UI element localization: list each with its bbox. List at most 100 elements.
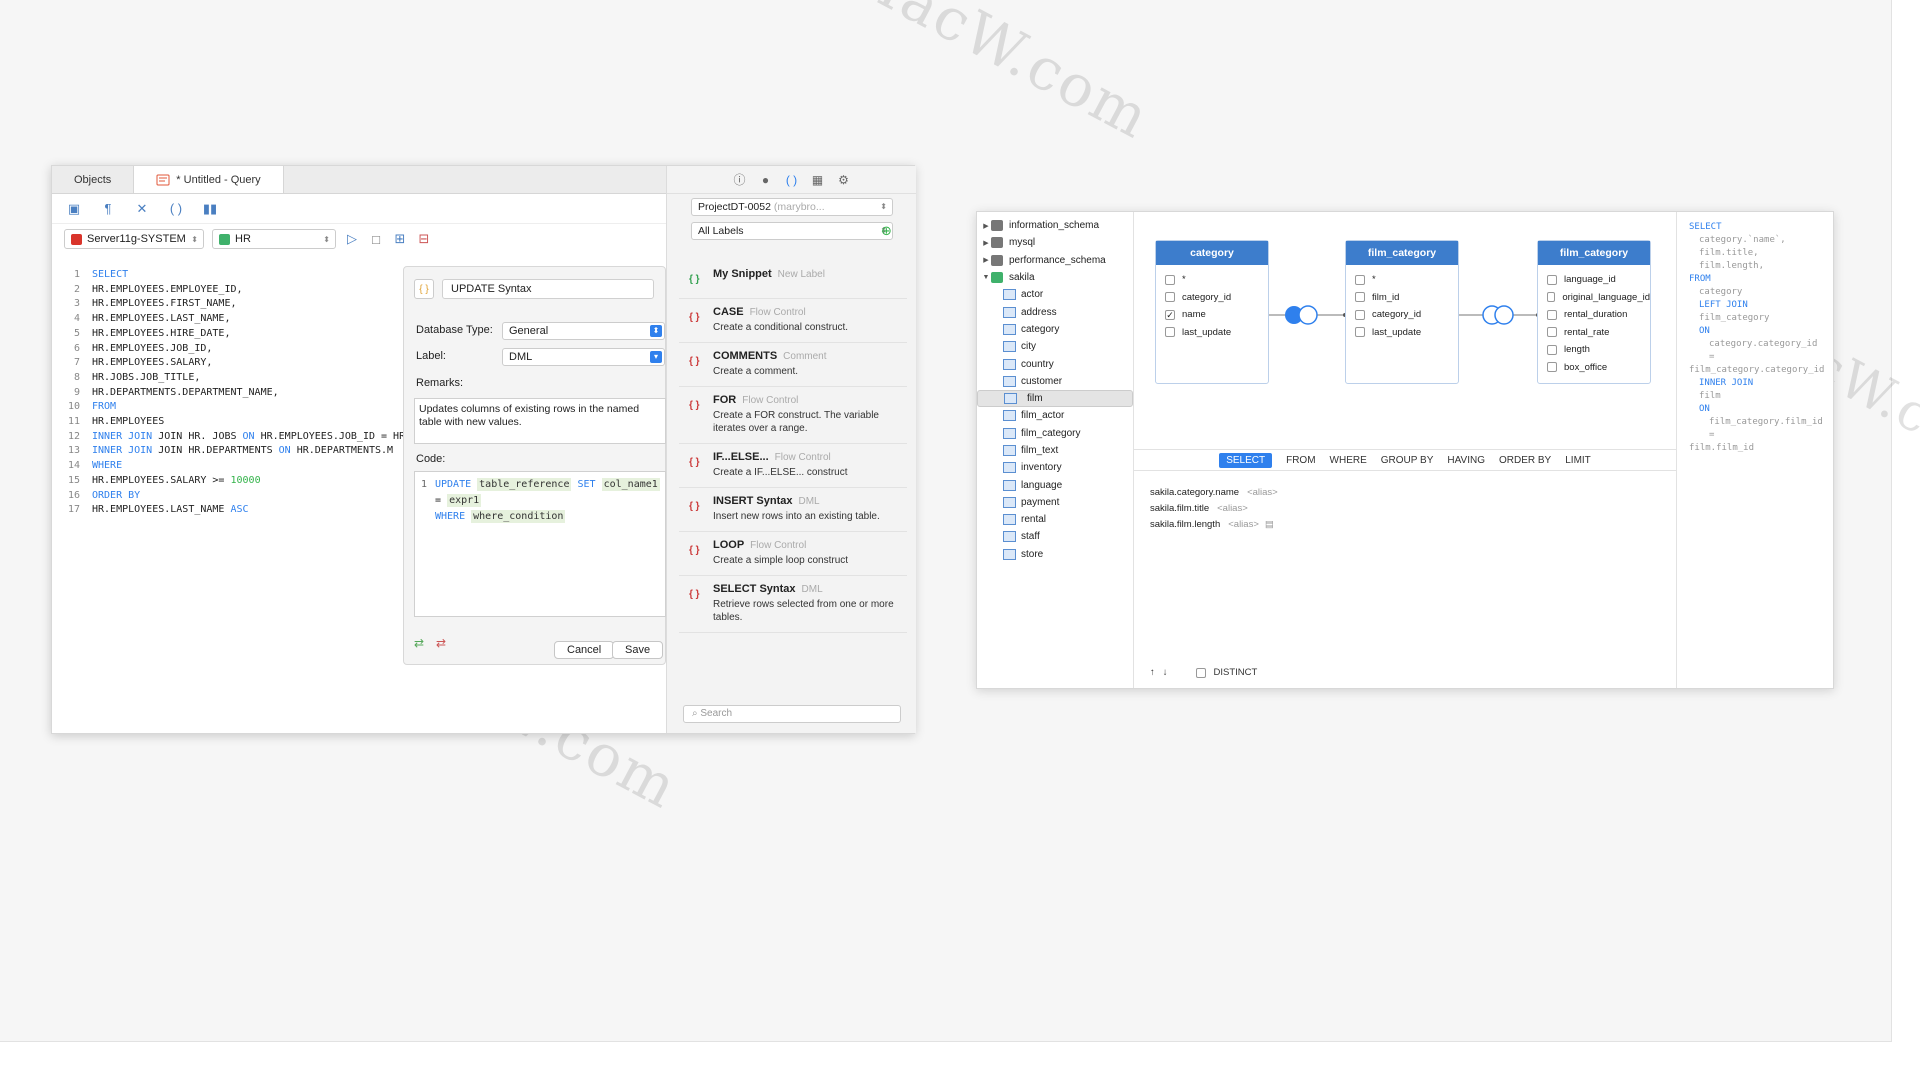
entity-field[interactable]: category_id: [1156, 289, 1268, 307]
field-checkbox[interactable]: [1355, 309, 1365, 320]
beautify-icon[interactable]: ✕: [134, 201, 150, 217]
tree-item[interactable]: country: [977, 355, 1133, 372]
tree-item[interactable]: city: [977, 338, 1133, 355]
entity-field[interactable]: category_id: [1346, 306, 1458, 324]
tab-untitled-query[interactable]: * Untitled - Query: [134, 166, 284, 193]
entity-field[interactable]: *: [1156, 271, 1268, 289]
run-icon[interactable]: ▷: [344, 231, 360, 247]
field-checkbox[interactable]: [1547, 292, 1556, 303]
tab-clause[interactable]: HAVING: [1447, 455, 1485, 466]
tree-item[interactable]: category: [977, 321, 1133, 338]
field-checkbox[interactable]: [1355, 274, 1365, 285]
stop-icon[interactable]: □: [368, 231, 384, 247]
explain-plan-icon[interactable]: ⊞: [392, 231, 408, 247]
aggregate-icon[interactable]: ▤: [1265, 519, 1274, 530]
tab-clause[interactable]: GROUP BY: [1381, 455, 1434, 466]
placeholder-expr[interactable]: expr1: [447, 493, 482, 507]
cancel-button[interactable]: Cancel: [554, 641, 615, 659]
connection-select[interactable]: Server11g-SYSTEM ⬍: [64, 229, 204, 249]
entity-field[interactable]: ✓ name: [1156, 306, 1268, 324]
tree-item[interactable]: store: [977, 546, 1133, 563]
move-up-icon[interactable]: ↑: [1150, 667, 1155, 678]
db-type-select[interactable]: General ⬍: [502, 322, 665, 340]
tree-item[interactable]: rental: [977, 511, 1133, 528]
selected-field[interactable]: sakila.category.name <alias>: [1150, 485, 1278, 501]
tab-clause[interactable]: SELECT: [1219, 452, 1273, 468]
snippet-item[interactable]: { } SELECT Syntax DML Retrieve rows selecte…: [679, 576, 907, 633]
tab-clause[interactable]: FROM: [1286, 455, 1315, 466]
object-icon[interactable]: ●: [759, 173, 773, 187]
tree-item[interactable]: payment: [977, 494, 1133, 511]
snippet-item[interactable]: { } CASE Flow Control Create a conditional …: [679, 299, 907, 343]
format-icon[interactable]: ¶: [100, 201, 116, 217]
field-checkbox[interactable]: ✓: [1165, 309, 1175, 320]
snippet-item[interactable]: { } FOR Flow Control Create a FOR construct…: [679, 387, 907, 444]
entity-field[interactable]: last_update: [1156, 324, 1268, 342]
tree-item[interactable]: film_actor: [977, 407, 1133, 424]
field-checkbox[interactable]: [1547, 362, 1557, 373]
clear-icon[interactable]: ⊟: [416, 231, 432, 247]
code-snippet-icon[interactable]: ( ): [785, 173, 799, 187]
remove-placeholder-icon[interactable]: ⇄: [436, 636, 452, 650]
entity-field[interactable]: original_language_id: [1538, 289, 1650, 307]
placeholder-where-condition[interactable]: where_condition: [471, 509, 566, 523]
tab-clause[interactable]: LIMIT: [1565, 455, 1591, 466]
entity-field[interactable]: box_office: [1538, 359, 1650, 377]
project-select[interactable]: ProjectDT-0052 (marybro... ⬍: [691, 198, 893, 216]
sql-preview[interactable]: SELECT category.`name`, film.title, film.le…: [1676, 212, 1834, 688]
tab-clause[interactable]: ORDER BY: [1499, 455, 1551, 466]
distinct-checkbox[interactable]: [1195, 667, 1206, 678]
remarks-textarea[interactable]: Updates columns of existing rows in the …: [414, 398, 666, 444]
snippet-name-input[interactable]: UPDATE Syntax: [442, 279, 654, 299]
labels-filter-select[interactable]: All Labels ⬍: [691, 222, 893, 240]
entity-field[interactable]: rental_duration: [1538, 306, 1650, 324]
tree-item[interactable]: actor: [977, 286, 1133, 303]
save-button[interactable]: Save: [612, 641, 664, 659]
entity-field[interactable]: length: [1538, 341, 1650, 359]
field-alias[interactable]: <alias>: [1217, 503, 1248, 514]
snippet-search-input[interactable]: ⌕ Search: [683, 705, 901, 723]
tree-item[interactable]: ▼ sakila: [977, 269, 1133, 286]
tree-item[interactable]: film: [977, 389, 1133, 408]
add-snippet-icon[interactable]: ⊕: [881, 223, 892, 239]
field-checkbox[interactable]: [1355, 327, 1365, 338]
tree-item[interactable]: film_category: [977, 425, 1133, 442]
chevron-down-icon[interactable]: ▼: [981, 274, 991, 281]
insert-placeholder-icon[interactable]: ⇄: [414, 636, 430, 650]
field-checkbox[interactable]: [1547, 274, 1557, 285]
save-icon[interactable]: ▣: [66, 201, 82, 217]
field-alias[interactable]: <alias>: [1247, 487, 1278, 498]
snippet-code-editor[interactable]: 1 UPDATE table_reference SET col_name1 =…: [414, 471, 666, 617]
snippet-item[interactable]: { } LOOP Flow Control Create a simple loop …: [679, 532, 907, 576]
snippet-item[interactable]: { } INSERT Syntax DML Insert new rows into …: [679, 488, 907, 532]
field-alias[interactable]: <alias>: [1228, 519, 1259, 530]
placeholder-table-reference[interactable]: table_reference: [477, 477, 572, 491]
entity-category[interactable]: category * category_id ✓ name last_update: [1155, 240, 1269, 384]
tab-clause[interactable]: WHERE: [1330, 455, 1367, 466]
tree-item[interactable]: ▶ performance_schema: [977, 252, 1133, 269]
entity-field[interactable]: film_id: [1346, 289, 1458, 307]
entity-field[interactable]: language_id: [1538, 271, 1650, 289]
field-checkbox[interactable]: [1547, 344, 1557, 355]
chevron-right-icon[interactable]: ▶: [981, 256, 991, 264]
settings-icon[interactable]: ⚙: [837, 173, 851, 187]
field-checkbox[interactable]: [1165, 292, 1175, 303]
tree-item[interactable]: film_text: [977, 442, 1133, 459]
snippet-icon[interactable]: { }: [414, 279, 434, 299]
tree-item[interactable]: staff: [977, 528, 1133, 545]
tree-item[interactable]: language: [977, 476, 1133, 493]
entity-field[interactable]: *: [1346, 271, 1458, 289]
tab-objects[interactable]: Objects: [52, 166, 135, 193]
tree-item[interactable]: inventory: [977, 459, 1133, 476]
snippet-item[interactable]: { } IF...ELSE... Flow Control Create a IF..…: [679, 444, 907, 488]
entity-field[interactable]: last_update: [1346, 324, 1458, 342]
schema-select[interactable]: HR ⬍: [212, 229, 336, 249]
selected-field[interactable]: sakila.film.title <alias>: [1150, 501, 1278, 517]
chevron-right-icon[interactable]: ▶: [981, 222, 991, 230]
entity-film[interactable]: film_category language_id original_languag…: [1537, 240, 1651, 384]
placeholder-col-name[interactable]: col_name1: [601, 477, 660, 491]
tree-item[interactable]: customer: [977, 373, 1133, 390]
field-checkbox[interactable]: [1355, 292, 1365, 303]
entity-field[interactable]: rental_rate: [1538, 324, 1650, 342]
snippet-item[interactable]: { } My Snippet New Label: [679, 261, 907, 299]
